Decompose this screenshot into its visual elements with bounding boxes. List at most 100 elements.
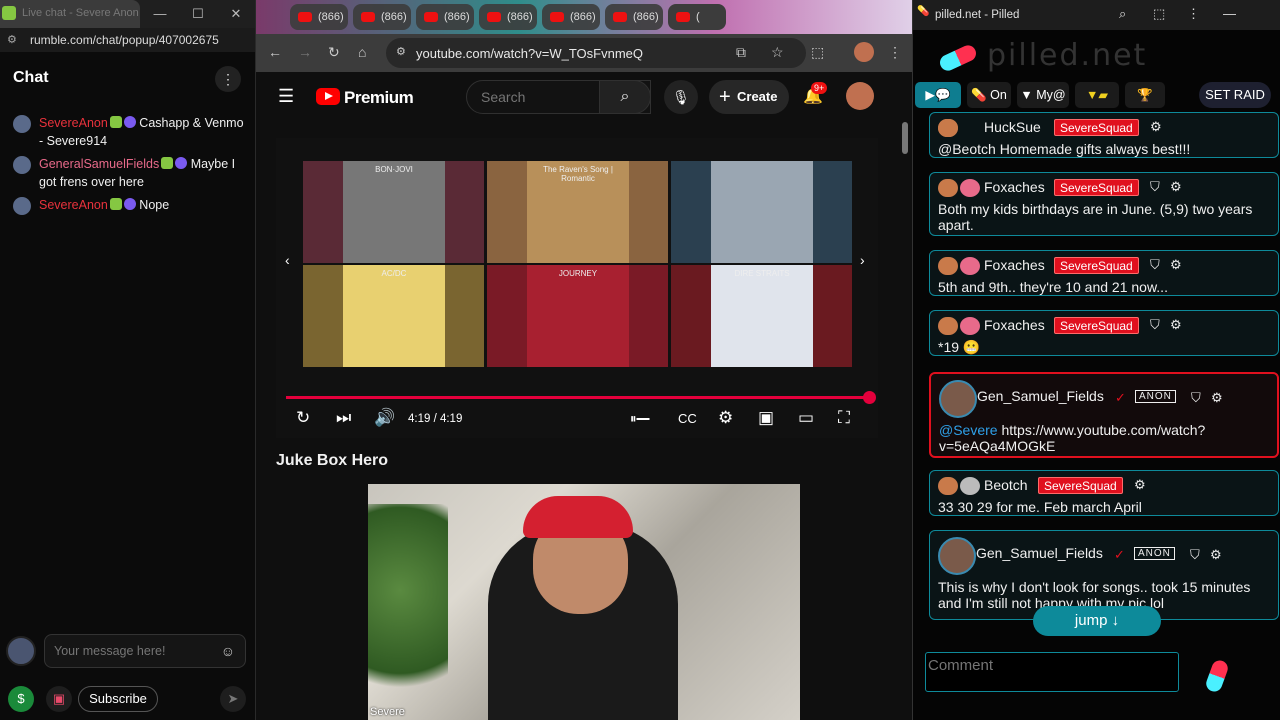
open-external-icon[interactable]: ⧉ — [736, 44, 746, 61]
fullscreen-icon[interactable]: ⛶ — [838, 408, 850, 428]
scrollbar[interactable] — [902, 122, 908, 154]
chat-username[interactable]: Foxaches — [984, 257, 1045, 273]
address-bar[interactable]: ⚙ youtube.com/watch?v=W_TOsFvnmeQ ⧉ ☆ — [386, 38, 806, 68]
reload-icon[interactable]: ↻ — [328, 44, 340, 61]
browser-tab[interactable]: (866) — [479, 4, 537, 30]
browser-tab[interactable]: (866) — [290, 4, 348, 30]
gear-icon[interactable]: ⚙ — [1211, 390, 1223, 406]
gear-icon[interactable]: ⚙ — [1150, 119, 1162, 135]
browser-tab[interactable]: (866) — [416, 4, 474, 30]
album-tile[interactable]: BON·JOVI — [303, 161, 484, 263]
settings-gear-icon[interactable]: ⚙ — [718, 408, 733, 428]
microphone-icon[interactable]: 🎙 — [664, 80, 698, 114]
rumble-tab[interactable]: Live chat - Severe Anon — [0, 0, 140, 28]
mention-link[interactable]: @Severe — [939, 422, 998, 438]
site-settings-icon[interactable]: ⚙ — [7, 33, 17, 46]
gear-icon[interactable]: ⚙ — [1170, 257, 1182, 273]
album-tile[interactable]: AC/DC — [303, 265, 484, 367]
chat-toggle-icon[interactable]: ▶💬 — [915, 82, 961, 108]
progress-scrubber[interactable] — [863, 391, 876, 404]
search-input[interactable] — [467, 81, 597, 113]
chevron-right-icon[interactable]: › — [860, 252, 865, 268]
maximize-icon[interactable]: ☐ — [188, 6, 208, 22]
volume-icon[interactable]: 🔊 — [374, 408, 395, 428]
chevron-left-icon[interactable]: ‹ — [285, 252, 290, 268]
video-player[interactable]: BON·JOVI The Raven's Song | Romantic AC/DC… — [276, 138, 878, 438]
chat-username[interactable]: SevereAnon — [39, 116, 108, 130]
avatar[interactable] — [960, 317, 980, 335]
notifications-bell-icon[interactable]: 🔔 9+ — [803, 82, 828, 106]
comment-input[interactable] — [926, 653, 1178, 691]
gift-icon[interactable]: ▣ — [46, 686, 72, 712]
jump-button[interactable]: jump ↓ — [1033, 606, 1161, 636]
avatar[interactable] — [939, 380, 977, 418]
home-icon[interactable]: ⌂ — [358, 44, 366, 60]
autoplay-toggle[interactable]: ⏸━ — [630, 411, 650, 427]
rumble-urlbar[interactable]: ⚙ rumble.com/chat/popup/407002675 — [0, 28, 255, 52]
browser-tab[interactable]: (866) — [605, 4, 663, 30]
rant-button[interactable]: $ — [8, 686, 34, 712]
filter-mentions-button[interactable]: ▼ My@ — [1017, 82, 1069, 108]
shield-icon[interactable]: ⛉ — [1150, 317, 1160, 333]
set-raid-button[interactable]: SET RAID — [1199, 82, 1271, 108]
subscribe-button[interactable]: Subscribe — [78, 686, 158, 712]
avatar[interactable] — [846, 82, 874, 110]
album-tile[interactable]: DIRE STRAITS — [671, 265, 852, 367]
progress-bar[interactable] — [286, 391, 876, 404]
bookmark-star-icon[interactable]: ☆ — [771, 44, 784, 61]
search-icon[interactable]: ⌕ — [599, 80, 651, 114]
send-pill-icon[interactable] — [1204, 658, 1230, 694]
chat-username[interactable]: Gen_Samuel_Fields — [977, 388, 1104, 404]
back-icon[interactable]: ← — [268, 44, 282, 60]
browser-menu-icon[interactable]: ⋮ — [888, 44, 902, 61]
captions-icon[interactable]: CC — [678, 411, 697, 426]
chat-message-input[interactable] — [44, 634, 246, 668]
chat-username[interactable]: HuckSue — [984, 119, 1041, 135]
chat-username[interactable]: SevereAnon — [39, 198, 108, 212]
site-settings-icon[interactable]: ⚙ — [396, 45, 406, 58]
browser-tab[interactable]: (866) — [353, 4, 411, 30]
pill-on-toggle[interactable]: 💊 On — [967, 82, 1011, 108]
replay-icon[interactable]: ↻ — [296, 408, 310, 428]
minimize-icon[interactable]: — — [150, 6, 170, 21]
shield-icon[interactable]: ⛉ — [1191, 390, 1201, 406]
browser-tab[interactable]: (866) — [542, 4, 600, 30]
zoom-icon[interactable]: ⌕ — [1119, 6, 1126, 22]
gear-icon[interactable]: ⚙ — [1170, 317, 1182, 333]
emoji-icon[interactable]: ☺ — [221, 643, 235, 659]
shield-icon[interactable]: ⛉ — [1190, 547, 1200, 563]
browser-tab[interactable]: ( — [668, 4, 726, 30]
album-tile[interactable] — [671, 161, 852, 263]
menu-icon[interactable]: ⋮ — [1187, 6, 1200, 22]
avatar[interactable] — [960, 477, 980, 495]
album-tile[interactable]: JOURNEY — [487, 265, 668, 367]
next-icon[interactable]: ⏭ — [336, 408, 351, 428]
avatar[interactable] — [938, 119, 958, 137]
minimize-icon[interactable]: — — [1223, 6, 1236, 21]
shield-icon[interactable]: ⛉ — [1150, 179, 1160, 195]
forward-icon[interactable]: → — [298, 44, 312, 60]
miniplayer-icon[interactable]: ▣ — [758, 408, 774, 428]
kebab-icon[interactable]: ⋮ — [215, 66, 241, 92]
chat-username[interactable]: Beotch — [984, 477, 1028, 493]
extensions-icon[interactable]: ⬚ — [1153, 6, 1165, 22]
hamburger-menu-icon[interactable]: ☰ — [278, 86, 294, 107]
chat-username[interactable]: Foxaches — [984, 317, 1045, 333]
gear-icon[interactable]: ⚙ — [1170, 179, 1182, 195]
chat-username[interactable]: Gen_Samuel_Fields — [976, 545, 1103, 561]
profile-avatar[interactable] — [854, 42, 874, 62]
create-button[interactable]: + Create — [709, 80, 789, 114]
extensions-icon[interactable]: ⬚ — [811, 44, 824, 61]
trophy-icon[interactable]: 🏆 — [1125, 82, 1165, 108]
theater-mode-icon[interactable]: ▭ — [798, 408, 814, 428]
send-icon[interactable]: ➤ — [220, 686, 246, 712]
shield-icon[interactable]: ⛉ — [1150, 257, 1160, 273]
gear-icon[interactable]: ⚙ — [1210, 547, 1222, 563]
gear-icon[interactable]: ⚙ — [1134, 477, 1146, 493]
chat-username[interactable]: Foxaches — [984, 179, 1045, 195]
chat-username[interactable]: GeneralSamuelFields — [39, 157, 159, 171]
avatar[interactable] — [960, 179, 980, 197]
close-icon[interactable]: ✕ — [226, 6, 246, 22]
album-tile[interactable]: The Raven's Song | Romantic — [487, 161, 668, 263]
avatar[interactable] — [938, 537, 976, 575]
